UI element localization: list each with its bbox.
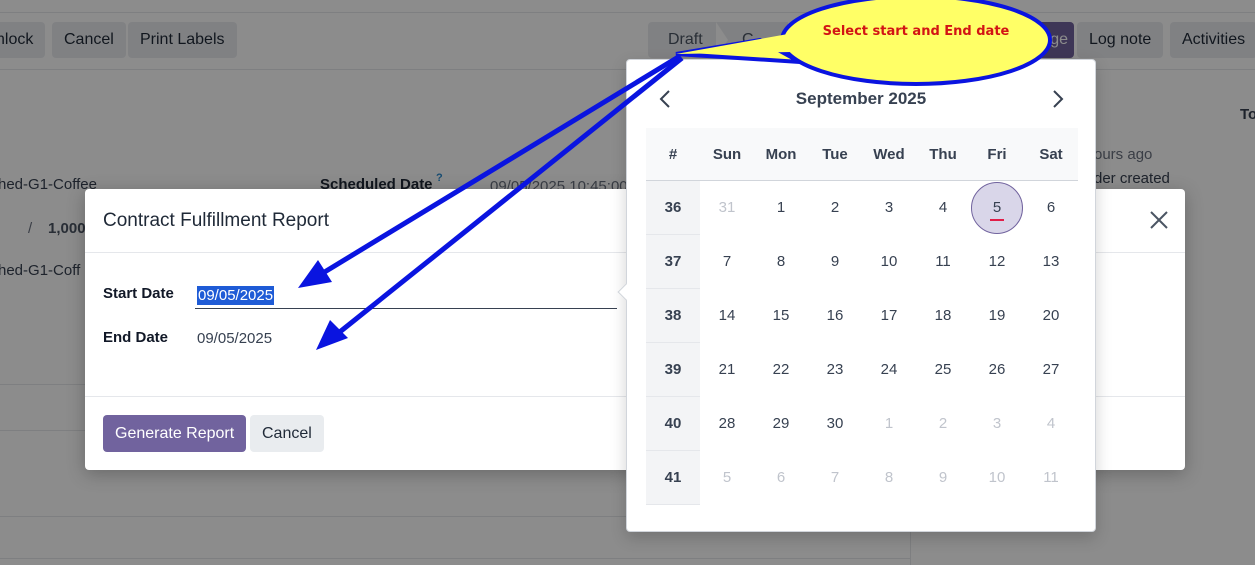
start-date-label: Start Date — [103, 285, 174, 302]
week-number: 38 — [646, 289, 700, 343]
month-label[interactable]: September 2025 — [627, 89, 1095, 109]
today-marker — [990, 219, 1004, 221]
week-number: 39 — [646, 343, 700, 397]
calendar-day[interactable]: 25 — [916, 343, 970, 397]
calendar-day[interactable]: 23 — [808, 343, 862, 397]
calendar-day[interactable]: 17 — [862, 289, 916, 343]
weekday-label: Sun — [712, 146, 742, 163]
weekday-label: Sat — [1039, 146, 1063, 163]
calendar-day[interactable]: 11 — [1024, 451, 1078, 505]
calendar-day[interactable]: 10 — [970, 451, 1024, 505]
calendar-day[interactable]: 3 — [862, 181, 916, 235]
calendar-day[interactable]: 30 — [808, 397, 862, 451]
calendar-day-number: 5 — [992, 199, 1002, 216]
calendar-day[interactable]: 18 — [916, 289, 970, 343]
week-number: 40 — [646, 397, 700, 451]
calendar-day[interactable]: 7 — [808, 451, 862, 505]
week-number: 36 — [646, 181, 700, 235]
calendar-day[interactable]: 24 — [862, 343, 916, 397]
calendar-day[interactable]: 27 — [1024, 343, 1078, 397]
calendar-day[interactable]: 28 — [700, 397, 754, 451]
calendar-day[interactable]: 20 — [1024, 289, 1078, 343]
weekday-label: Wed — [873, 146, 905, 163]
calendar-day[interactable]: 9 — [808, 235, 862, 289]
calendar-day[interactable]: 1 — [754, 181, 808, 235]
week-number: 37 — [646, 235, 700, 289]
calendar-week-row: 41 5 6 7 8 9 10 11 — [646, 451, 1078, 505]
calendar-day[interactable]: 14 — [700, 289, 754, 343]
calendar-week-row: 37 7 8 9 10 11 12 13 — [646, 235, 1078, 289]
calendar-day[interactable]: 10 — [862, 235, 916, 289]
generate-report-button[interactable]: Generate Report — [103, 415, 247, 452]
calendar-day[interactable]: 4 — [1024, 397, 1078, 451]
calendar-day[interactable]: 11 — [916, 235, 970, 289]
calendar-day[interactable]: 9 — [916, 451, 970, 505]
calendar-day[interactable]: 1 — [862, 397, 916, 451]
calendar-day[interactable]: 5 — [700, 451, 754, 505]
calendar-day[interactable]: 8 — [754, 235, 808, 289]
calendar-day[interactable]: 13 — [1024, 235, 1078, 289]
calendar-day[interactable]: 21 — [700, 343, 754, 397]
calendar-day[interactable]: 7 — [700, 235, 754, 289]
week-number: 41 — [646, 451, 700, 505]
calendar-day[interactable]: 4 — [916, 181, 970, 235]
calendar-day[interactable]: 15 — [754, 289, 808, 343]
weekday-label: Tue — [822, 146, 848, 163]
week-number-header: # — [668, 146, 678, 163]
weekday-label: Mon — [765, 146, 797, 163]
chevron-right-icon[interactable] — [1046, 88, 1068, 110]
weekday-header: # Sun Mon Tue Wed Thu Fri Sat — [646, 128, 1078, 181]
calendar-week-row: 40 28 29 30 1 2 3 4 — [646, 397, 1078, 451]
callout-text: Select start and End date — [822, 24, 1010, 39]
calendar-day[interactable]: 12 — [970, 235, 1024, 289]
calendar-week-row: 39 21 22 23 24 25 26 27 — [646, 343, 1078, 397]
calendar-day[interactable]: 22 — [754, 343, 808, 397]
calendar-day[interactable]: 29 — [754, 397, 808, 451]
close-icon[interactable] — [1147, 208, 1171, 232]
calendar-day[interactable]: 6 — [1024, 181, 1078, 235]
calendar-day[interactable]: 31 — [700, 181, 754, 235]
calendar-day[interactable]: 6 — [754, 451, 808, 505]
start-date-field[interactable]: 09/05/2025 — [195, 283, 617, 309]
calendar-day[interactable]: 2 — [916, 397, 970, 451]
end-date-field[interactable]: 09/05/2025 — [195, 326, 495, 352]
cancel-button[interactable]: Cancel — [250, 415, 324, 452]
calendar-day[interactable]: 8 — [862, 451, 916, 505]
calendar-day[interactable]: 3 — [970, 397, 1024, 451]
calendar-day[interactable]: 19 — [970, 289, 1024, 343]
calendar-day[interactable]: 2 — [808, 181, 862, 235]
dialog-title: Contract Fulfillment Report — [103, 210, 329, 231]
calendar-week-row: 38 14 15 16 17 18 19 20 — [646, 289, 1078, 343]
calendar-day[interactable]: 26 — [970, 343, 1024, 397]
calendar-day-selected[interactable]: 5 — [970, 181, 1024, 235]
weekday-label: Thu — [929, 146, 957, 163]
calendar-week-row: 36 31 1 2 3 4 5 6 — [646, 181, 1078, 235]
calendar-day[interactable]: 16 — [808, 289, 862, 343]
weekday-label: Fri — [987, 146, 1007, 163]
end-date-label: End Date — [103, 329, 169, 346]
start-date-value: 09/05/2025 — [197, 286, 275, 305]
date-picker: September 2025 # Sun Mon Tue Wed Thu Fri… — [617, 59, 1096, 532]
